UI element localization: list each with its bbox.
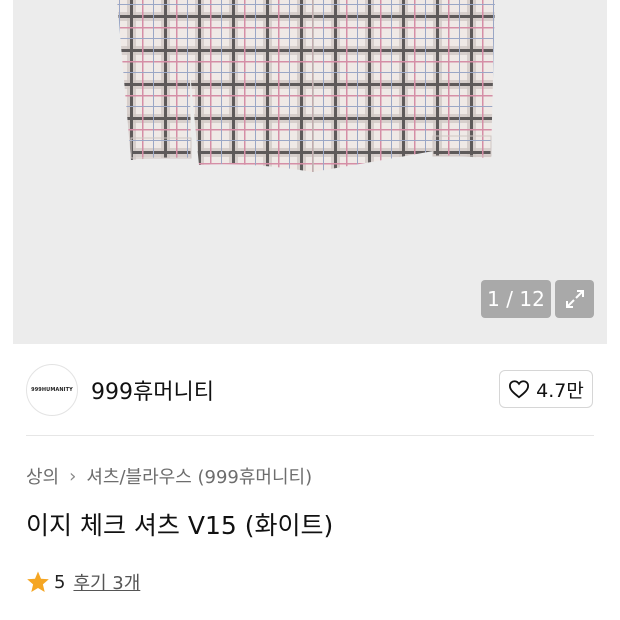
rating-row: 5 후기 3개: [26, 569, 140, 595]
review-link[interactable]: 후기 3개: [73, 569, 140, 595]
heart-icon: [509, 380, 530, 399]
expand-icon: [565, 290, 584, 308]
image-counter: 1 / 12: [481, 280, 551, 318]
brand-logo-text: 999HUMANITY: [31, 387, 73, 393]
divider: [26, 435, 594, 436]
like-button[interactable]: 4.7만: [499, 370, 593, 408]
like-count: 4.7만: [536, 379, 584, 402]
breadcrumb-category[interactable]: 상의: [26, 463, 59, 489]
brand-logo[interactable]: 999HUMANITY: [26, 364, 78, 416]
breadcrumb-subcategory[interactable]: 셔츠/블라우스 (999휴머니티): [86, 463, 312, 489]
expand-button[interactable]: [555, 280, 594, 318]
brand-row: 999HUMANITY 999휴머니티 4.7만: [0, 344, 620, 436]
product-image-gallery[interactable]: 1 / 12: [0, 0, 620, 344]
breadcrumb: 상의 › 셔츠/블라우스 (999휴머니티): [26, 463, 312, 489]
rating-score: 5: [54, 571, 66, 593]
brand-name[interactable]: 999휴머니티: [91, 374, 214, 406]
product-title: 이지 체크 셔츠 V15 (화이트): [26, 511, 334, 540]
star-icon: [27, 571, 49, 592]
chevron-right-icon: ›: [69, 465, 77, 487]
product-image[interactable]: 1 / 12: [13, 0, 607, 344]
